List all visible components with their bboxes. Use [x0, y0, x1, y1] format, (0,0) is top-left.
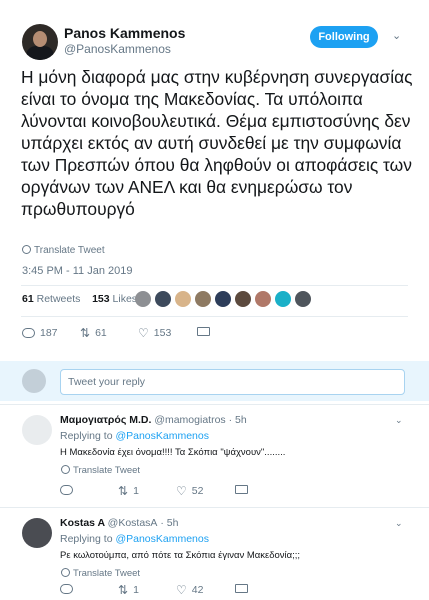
reply-avatar[interactable]	[22, 518, 52, 548]
current-user-avatar	[22, 369, 46, 393]
mail-icon	[235, 584, 248, 593]
main-tweet: Panos Kammenos @PanosKammenos Following …	[0, 0, 429, 361]
replying-mention[interactable]: @PanosKammenos	[115, 430, 209, 442]
like-button[interactable]: ♡ 42	[176, 584, 203, 596]
tweet-timestamp[interactable]: 3:45 PM - 11 Jan 2019	[22, 265, 132, 277]
liker-avatar[interactable]	[275, 291, 291, 307]
replying-to: Replying to @PanosKammenos	[60, 430, 209, 442]
liker-avatar[interactable]	[295, 291, 311, 307]
chevron-down-icon[interactable]: ⌄	[395, 518, 403, 529]
reply-author-handle: @KostasA	[107, 517, 158, 529]
reply-icon	[60, 485, 73, 495]
direct-message-button[interactable]	[197, 327, 210, 336]
replying-mention[interactable]: @PanosKammenos	[115, 533, 209, 545]
retweets-count[interactable]: 61	[22, 293, 34, 305]
like-count: 42	[191, 584, 204, 596]
tweet-text: Η μόνη διαφορά μας στην κυβέρνηση συνεργ…	[21, 67, 413, 219]
translate-label: Translate Tweet	[73, 465, 141, 476]
reply-count: 187	[40, 327, 58, 339]
reply-author-name: Kostas A	[60, 517, 105, 529]
reply-tweet[interactable]: Kostas A @KostasA · 5h ⌄ Replying to @Pa…	[0, 507, 429, 600]
author-name[interactable]: Panos Kammenos	[64, 25, 185, 41]
liker-avatar[interactable]	[175, 291, 191, 307]
replying-prefix: Replying to	[60, 533, 113, 545]
reply-actions: ⇅ 1 ♡ 42	[60, 584, 360, 600]
retweet-button[interactable]: ⇅ 1	[118, 485, 139, 497]
reply-button[interactable]: 187	[22, 327, 58, 339]
reply-icon	[60, 584, 73, 594]
reply-icon	[22, 328, 35, 338]
following-button[interactable]: Following	[310, 26, 378, 48]
reply-author-handle: @mamogiatros	[154, 414, 226, 426]
reply-text: Ρε κωλοτούμπα, από πότε τα Σκόπια έγιναν…	[60, 550, 301, 561]
retweet-icon: ⇅	[118, 583, 129, 597]
liker-avatar[interactable]	[235, 291, 251, 307]
author-avatar[interactable]	[22, 24, 58, 60]
heart-icon: ♡	[176, 484, 187, 498]
retweets-label[interactable]: Retweets	[37, 293, 81, 305]
tweet-actions: 187 ⇅ 61 ♡ 153	[22, 327, 422, 343]
globe-icon	[61, 465, 70, 474]
mail-icon	[197, 327, 210, 336]
replying-to: Replying to @PanosKammenos	[60, 533, 209, 545]
retweet-count: 1	[133, 485, 139, 497]
reply-button[interactable]	[60, 485, 78, 495]
like-count: 52	[191, 485, 204, 497]
chevron-down-icon[interactable]: ⌄	[395, 415, 403, 426]
liker-avatar[interactable]	[135, 291, 151, 307]
heart-icon: ♡	[176, 583, 187, 597]
translate-tweet-link[interactable]: Translate Tweet	[61, 465, 140, 476]
liker-avatar[interactable]	[255, 291, 271, 307]
retweet-icon: ⇅	[80, 326, 91, 340]
translate-tweet-link[interactable]: Translate Tweet	[22, 245, 105, 256]
divider	[21, 316, 408, 317]
retweet-count: 1	[133, 584, 139, 596]
reply-composer: Tweet your reply	[0, 361, 429, 401]
divider	[21, 285, 408, 286]
reply-age: · 5h	[228, 414, 247, 426]
translate-label: Translate Tweet	[73, 568, 141, 579]
reply-button[interactable]	[60, 584, 78, 594]
reply-tweet[interactable]: Μαμογιατρός M.D. @mamogiatros · 5h ⌄ Rep…	[0, 404, 429, 506]
retweet-count: 61	[95, 327, 107, 339]
retweet-button[interactable]: ⇅ 61	[80, 327, 107, 339]
liker-avatar[interactable]	[195, 291, 211, 307]
heart-icon: ♡	[138, 326, 149, 340]
likes-label[interactable]: Likes	[113, 293, 138, 305]
reply-author[interactable]: Μαμογιατρός M.D. @mamogiatros · 5h	[60, 414, 247, 426]
globe-icon	[61, 568, 70, 577]
reply-author[interactable]: Kostas A @KostasA · 5h	[60, 517, 178, 529]
liker-avatar[interactable]	[215, 291, 231, 307]
likes-count[interactable]: 153	[92, 293, 110, 305]
reply-text: Η Μακεδονία έχει όνομα!!!! Τα Σκόπια "ψά…	[60, 447, 286, 458]
like-button[interactable]: ♡ 153	[138, 327, 171, 339]
reply-actions: ⇅ 1 ♡ 52	[60, 485, 360, 501]
retweet-icon: ⇅	[118, 484, 129, 498]
like-button[interactable]: ♡ 52	[176, 485, 203, 497]
like-count: 153	[153, 327, 172, 339]
replying-prefix: Replying to	[60, 430, 113, 442]
reply-author-name: Μαμογιατρός M.D.	[60, 414, 152, 426]
globe-icon	[22, 245, 31, 254]
mail-icon	[235, 485, 248, 494]
reply-avatar[interactable]	[22, 415, 52, 445]
translate-label: Translate Tweet	[34, 245, 105, 256]
author-handle[interactable]: @PanosKammenos	[64, 42, 171, 56]
retweet-button[interactable]: ⇅ 1	[118, 584, 139, 596]
tweet-stats: 61 Retweets 153 Likes	[22, 293, 137, 305]
reply-age: · 5h	[160, 517, 179, 529]
liker-avatar[interactable]	[155, 291, 171, 307]
reply-input[interactable]: Tweet your reply	[60, 369, 405, 395]
translate-tweet-link[interactable]: Translate Tweet	[61, 568, 140, 579]
direct-message-button[interactable]	[235, 584, 248, 593]
direct-message-button[interactable]	[235, 485, 248, 494]
chevron-down-icon[interactable]: ⌄	[392, 30, 404, 42]
